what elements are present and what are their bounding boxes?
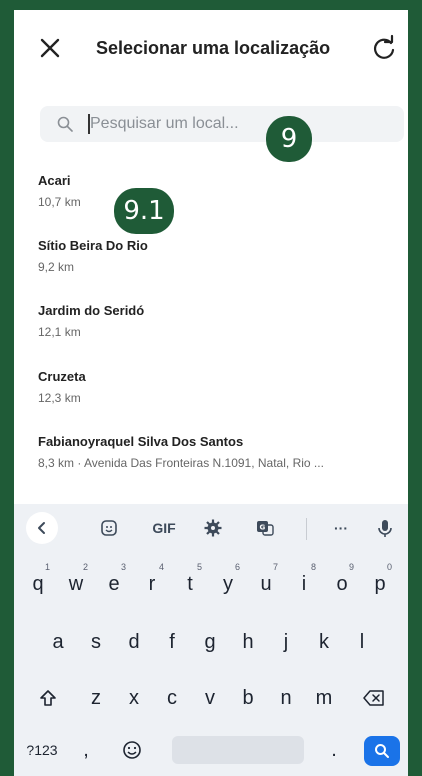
key-f[interactable]: f [154,620,190,664]
search-submit-key[interactable] [364,736,400,766]
keyboard-row-3: z x c v b n m [14,676,408,730]
location-picker-screen: Selecionar uma localização Pesquisar um … [14,10,408,776]
step-badge-9: 9 [266,116,312,162]
keyboard-back-button[interactable] [26,512,58,544]
location-distance: 12,3 km [38,391,81,405]
gif-button[interactable]: GIF [146,514,182,542]
sticker-icon [101,520,117,536]
key-a[interactable]: a [40,620,76,664]
keyboard-row-1: 1q 2w 3e 4r 5t 6y 7u 8i 9o 0p [14,562,408,616]
key-r[interactable]: 4r [134,562,170,606]
sticker-button[interactable] [94,514,124,542]
settings-button[interactable] [198,514,228,542]
backspace-icon [363,690,384,706]
key-c[interactable]: c [154,676,190,720]
key-e[interactable]: 3e [96,562,132,606]
search-icon [375,744,389,758]
search-bar[interactable]: Pesquisar um local... [40,106,404,142]
symbols-key[interactable]: ?123 [20,728,64,772]
comma-key[interactable]: , [74,728,98,772]
list-item[interactable]: Sítio Beira Do Rio 9,2 km [38,238,398,286]
list-item[interactable]: Jardim do Seridó 12,1 km [38,303,398,351]
location-name: Cruzeta [38,369,86,384]
keyboard-toolbar: GIF G ··· [14,504,408,552]
gear-icon [204,519,222,537]
location-name: Sítio Beira Do Rio [38,238,148,253]
location-distance: 10,7 km [38,195,81,209]
key-q[interactable]: 1q [20,562,56,606]
space-key[interactable] [172,736,304,764]
list-item[interactable]: Acari 10,7 km [38,173,398,221]
translate-button[interactable]: G [250,514,280,542]
location-name: Fabianoyraquel Silva Dos Santos [38,434,244,449]
close-icon[interactable] [36,34,64,62]
backspace-key[interactable] [354,676,394,720]
location-address: 8,3 km · Avenida Das Fronteiras N.1091, … [38,456,324,470]
microphone-icon [378,520,392,537]
refresh-icon[interactable] [370,34,398,62]
key-k[interactable]: k [306,620,342,664]
emoji-icon [123,741,141,759]
key-i[interactable]: 8i [286,562,322,606]
toolbar-divider [306,518,307,540]
key-g[interactable]: g [192,620,228,664]
shift-key[interactable] [28,676,68,720]
key-l[interactable]: l [344,620,380,664]
key-w[interactable]: 2w [58,562,94,606]
location-distance: 12,1 km [38,325,81,339]
list-item[interactable]: Cruzeta 12,3 km [38,369,398,417]
chevron-left-icon [38,522,45,534]
header: Selecionar uma localização [14,10,408,82]
shift-icon [40,690,56,706]
key-n[interactable]: n [268,676,304,720]
on-screen-keyboard: GIF G ··· 1 q 2 w 3 e 4 r 5 t 6 y 7 u 8 … [14,504,408,776]
key-m[interactable]: m [306,676,342,720]
location-distance: 9,2 km [38,260,75,274]
key-z[interactable]: z [78,676,114,720]
location-name: Acari [38,173,71,188]
key-t[interactable]: 5t [172,562,208,606]
page-title: Selecionar uma localização [96,38,331,58]
key-v[interactable]: v [192,676,228,720]
location-name: Jardim do Seridó [38,303,145,318]
search-icon [57,116,73,132]
list-item[interactable]: Fabianoyraquel Silva Dos Santos 8,3 km ·… [38,434,398,482]
key-p[interactable]: 0p [362,562,398,606]
search-input[interactable]: Pesquisar um local... [90,106,290,142]
key-x[interactable]: x [116,676,152,720]
key-j[interactable]: j [268,620,304,664]
more-button[interactable]: ··· [326,514,356,542]
key-d[interactable]: d [116,620,152,664]
key-b[interactable]: b [230,676,266,720]
key-y[interactable]: 6y [210,562,246,606]
translate-icon: G [257,521,274,536]
key-h[interactable]: h [230,620,266,664]
period-key[interactable]: . [316,728,352,772]
keyboard-row-2: a s d f g h j k l [14,620,408,674]
svg-text:G: G [260,524,266,532]
key-u[interactable]: 7u [248,562,284,606]
emoji-key[interactable] [114,728,150,772]
key-o[interactable]: 9o [324,562,360,606]
voice-input-button[interactable] [370,514,400,542]
key-s[interactable]: s [78,620,114,664]
